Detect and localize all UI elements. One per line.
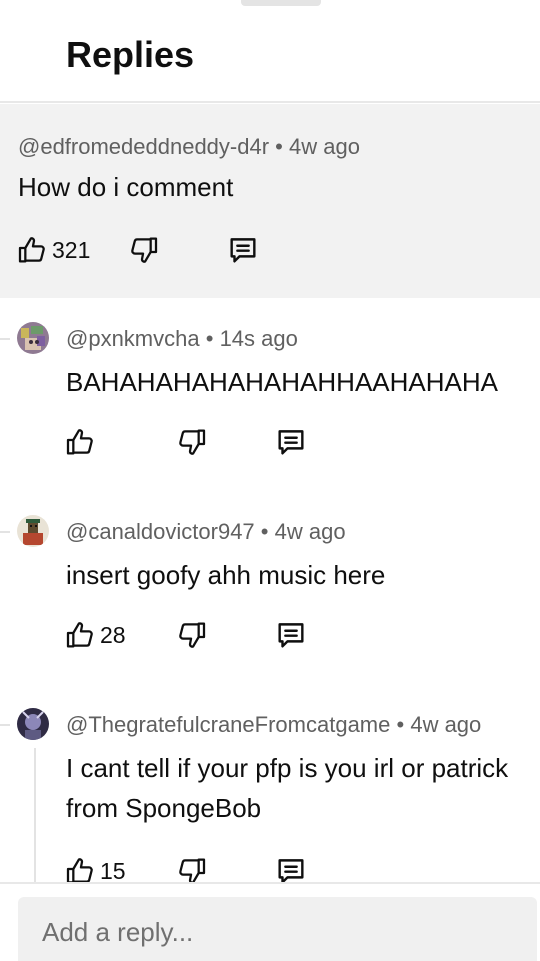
comment-time: 14s ago [219, 326, 298, 351]
avatar[interactable] [17, 322, 49, 354]
thumbs-down-icon [131, 237, 158, 263]
replies-header: Replies [0, 0, 540, 103]
comment-meta: @canaldovictor947 • 4w ago [66, 519, 346, 545]
comment-time: 4w ago [289, 134, 360, 159]
comment-text-line: insert goofy ahh music here [66, 560, 386, 590]
add-reply-input[interactable] [18, 897, 537, 961]
comment-text-line: from SpongeBob [66, 793, 262, 823]
comment-actions: 28 [64, 617, 364, 653]
parent-comment: @edfromededdneddy-d4r • 4w ago How do i … [0, 104, 540, 298]
comment-time: 4w ago [274, 519, 346, 544]
comment-author[interactable]: @ThegratefulcraneFromcatgame [66, 712, 390, 737]
dislike-button[interactable] [176, 424, 208, 460]
comment-icon [230, 238, 256, 263]
comment-icon [278, 623, 304, 648]
meta-separator: • [396, 712, 411, 737]
comment-author[interactable]: @canaldovictor947 [66, 519, 255, 544]
dislike-button[interactable] [128, 232, 160, 268]
meta-separator: • [205, 326, 220, 351]
like-button[interactable]: 321 [16, 232, 90, 268]
comment-meta: @ThegratefulcraneFromcatgame • 4w ago [66, 712, 481, 738]
comment-author[interactable]: @edfromededdneddy-d4r [18, 134, 269, 159]
like-button[interactable]: 28 [64, 617, 126, 653]
dislike-button[interactable] [176, 617, 208, 653]
thumbs-up-icon [66, 622, 93, 648]
comment-meta: @pxnkmvcha • 14s ago [66, 326, 298, 352]
thumbs-up-icon [18, 237, 45, 263]
meta-separator: • [260, 519, 275, 544]
comment-text: I cant tell if your pfp is you irl or pa… [66, 748, 508, 828]
thumbs-down-icon [179, 429, 206, 455]
comment-actions [64, 424, 364, 460]
comment-text-line: BAHAHAHAHAHAHAHHAAHAHAHA [66, 367, 498, 397]
comment-author[interactable]: @pxnkmvcha [66, 326, 200, 351]
like-count: 15 [100, 857, 126, 884]
like-count: 321 [52, 236, 91, 263]
thumbs-down-icon [179, 622, 206, 648]
comment-text: How do i comment [18, 172, 234, 202]
comment-text-line: I cant tell if your pfp is you irl or pa… [66, 753, 509, 783]
thumbs-up-icon [66, 429, 93, 455]
comment-actions: 321 [16, 232, 316, 268]
like-button[interactable] [64, 424, 100, 460]
reply-bar [0, 884, 540, 961]
meta-separator: • [275, 134, 289, 159]
comment-meta: @edfromededdneddy-d4r • 4w ago [18, 134, 360, 160]
thread-connector [0, 531, 10, 533]
comment-icon [278, 430, 304, 455]
thread-line [34, 748, 36, 882]
comment-time: 4w ago [410, 712, 482, 737]
thread-connector [0, 724, 10, 726]
reply-button[interactable] [226, 232, 260, 268]
comment-text: BAHAHAHAHAHAHAHHAAHAHAHA [66, 362, 498, 402]
comment-text: insert goofy ahh music here [66, 555, 385, 595]
page-title: Replies [66, 34, 195, 75]
avatar[interactable] [17, 708, 49, 740]
like-count: 28 [100, 621, 126, 648]
reply-button[interactable] [274, 617, 308, 653]
thread-connector [0, 338, 10, 340]
reply-button[interactable] [274, 424, 308, 460]
avatar[interactable] [17, 515, 49, 547]
